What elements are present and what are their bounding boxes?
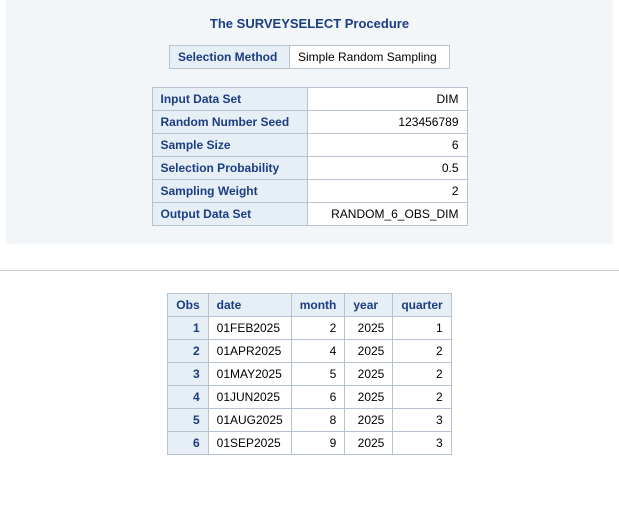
cell-obs: 1 — [168, 317, 208, 340]
output-data-table: Obs date month year quarter 101FEB202522… — [167, 293, 451, 455]
cell-month: 9 — [291, 432, 345, 455]
cell-month: 4 — [291, 340, 345, 363]
procedure-title: The SURVEYSELECT Procedure — [6, 10, 613, 45]
table-row: 401JUN2025620252 — [168, 386, 451, 409]
summary-row: Selection Probability0.5 — [152, 157, 467, 180]
cell-date: 01SEP2025 — [208, 432, 291, 455]
cell-obs: 2 — [168, 340, 208, 363]
cell-month: 5 — [291, 363, 345, 386]
summary-row: Sample Size6 — [152, 134, 467, 157]
summary-table: Input Data SetDIMRandom Number Seed12345… — [152, 87, 468, 226]
col-date: date — [208, 294, 291, 317]
summary-row-value: DIM — [307, 88, 467, 111]
summary-row-label: Sample Size — [152, 134, 307, 157]
summary-row-label: Input Data Set — [152, 88, 307, 111]
output-header-row: Obs date month year quarter — [168, 294, 451, 317]
cell-obs: 4 — [168, 386, 208, 409]
selection-method-table: Selection Method Simple Random Sampling — [169, 45, 450, 69]
summary-row-label: Sampling Weight — [152, 180, 307, 203]
divider — [0, 270, 619, 271]
summary-row-value: 6 — [307, 134, 467, 157]
cell-quarter: 1 — [393, 317, 451, 340]
table-row: 601SEP2025920253 — [168, 432, 451, 455]
summary-row-label: Random Number Seed — [152, 111, 307, 134]
table-row: 501AUG2025820253 — [168, 409, 451, 432]
col-year: year — [345, 294, 393, 317]
cell-quarter: 2 — [393, 386, 451, 409]
cell-month: 8 — [291, 409, 345, 432]
cell-quarter: 2 — [393, 340, 451, 363]
cell-year: 2025 — [345, 432, 393, 455]
table-row: 101FEB2025220251 — [168, 317, 451, 340]
cell-month: 6 — [291, 386, 345, 409]
cell-year: 2025 — [345, 409, 393, 432]
cell-quarter: 2 — [393, 363, 451, 386]
selection-method-label: Selection Method — [170, 46, 290, 69]
summary-row: Output Data SetRANDOM_6_OBS_DIM — [152, 203, 467, 226]
table-row: 301MAY2025520252 — [168, 363, 451, 386]
cell-date: 01AUG2025 — [208, 409, 291, 432]
summary-row-label: Selection Probability — [152, 157, 307, 180]
cell-quarter: 3 — [393, 432, 451, 455]
summary-row: Random Number Seed123456789 — [152, 111, 467, 134]
summary-row: Input Data SetDIM — [152, 88, 467, 111]
col-obs: Obs — [168, 294, 208, 317]
cell-month: 2 — [291, 317, 345, 340]
summary-row-label: Output Data Set — [152, 203, 307, 226]
summary-row-value: 2 — [307, 180, 467, 203]
col-month: month — [291, 294, 345, 317]
col-quarter: quarter — [393, 294, 451, 317]
summary-row-value: 0.5 — [307, 157, 467, 180]
cell-quarter: 3 — [393, 409, 451, 432]
cell-year: 2025 — [345, 363, 393, 386]
cell-date: 01MAY2025 — [208, 363, 291, 386]
cell-obs: 5 — [168, 409, 208, 432]
cell-year: 2025 — [345, 317, 393, 340]
table-row: 201APR2025420252 — [168, 340, 451, 363]
selection-method-value: Simple Random Sampling — [290, 46, 450, 69]
cell-obs: 6 — [168, 432, 208, 455]
cell-year: 2025 — [345, 340, 393, 363]
summary-row: Sampling Weight2 — [152, 180, 467, 203]
summary-row-value: 123456789 — [307, 111, 467, 134]
cell-date: 01APR2025 — [208, 340, 291, 363]
cell-date: 01FEB2025 — [208, 317, 291, 340]
cell-obs: 3 — [168, 363, 208, 386]
surveyselect-panel: The SURVEYSELECT Procedure Selection Met… — [6, 0, 613, 244]
summary-row-value: RANDOM_6_OBS_DIM — [307, 203, 467, 226]
cell-year: 2025 — [345, 386, 393, 409]
cell-date: 01JUN2025 — [208, 386, 291, 409]
